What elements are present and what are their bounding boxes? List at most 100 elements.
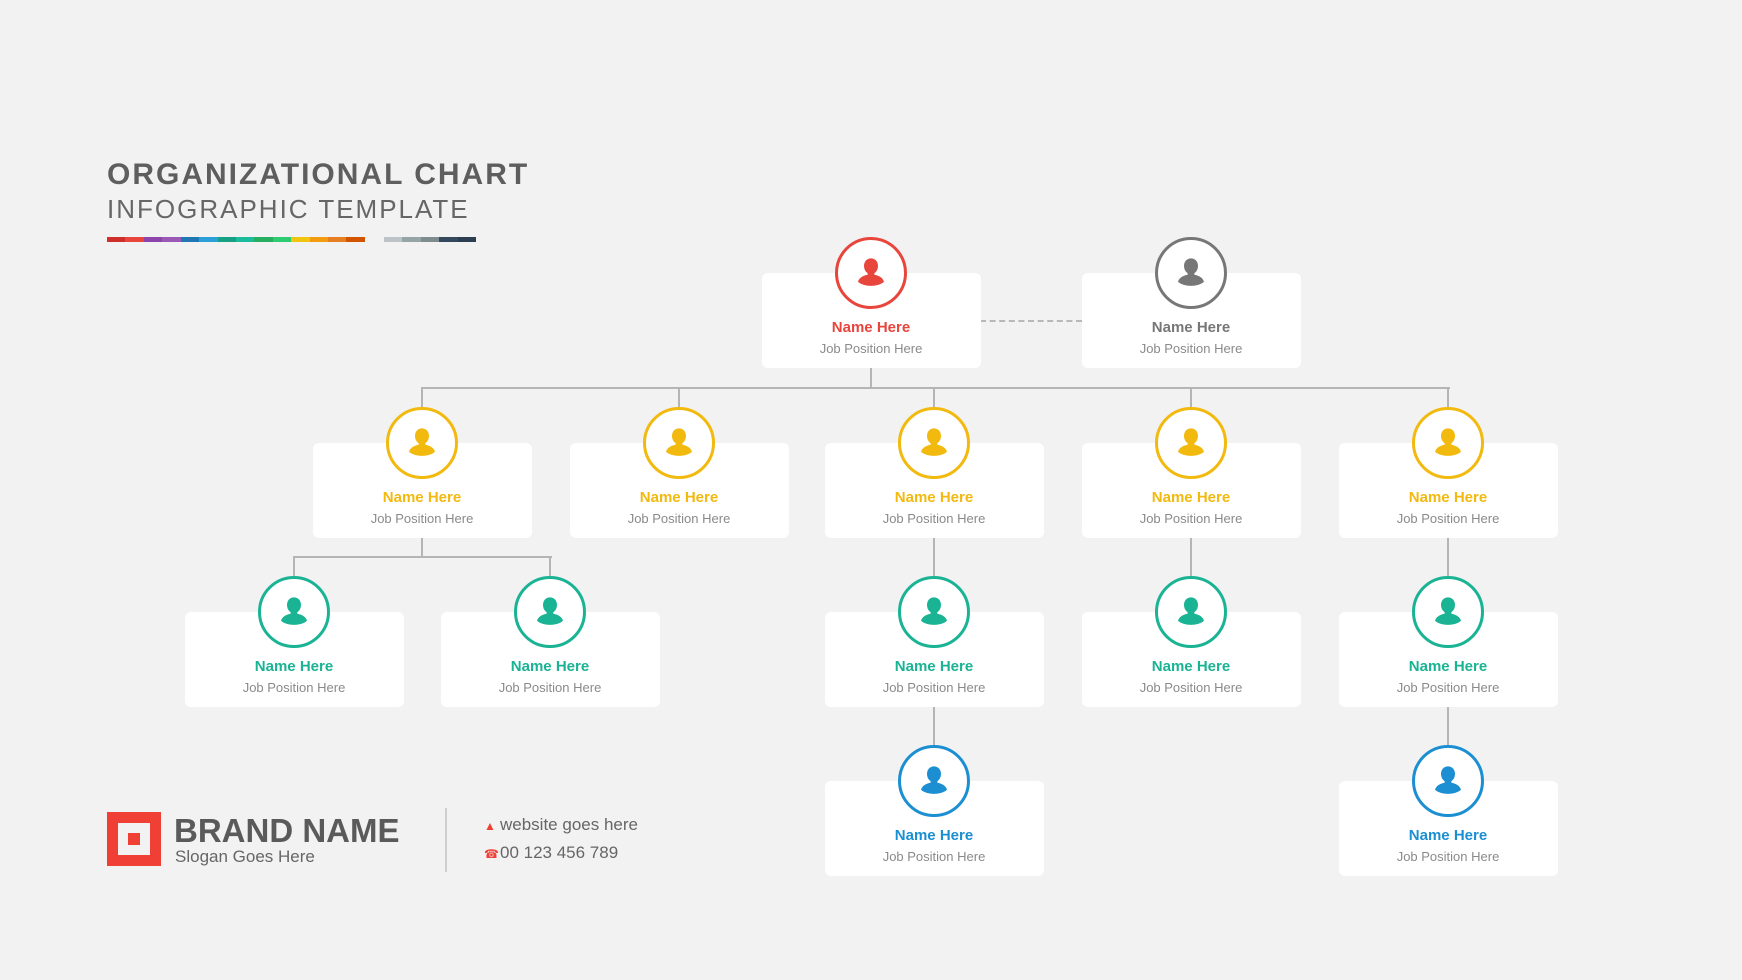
dotted-reporting-line [980, 320, 1082, 322]
node-name: Name Here [894, 489, 974, 506]
avatar [1155, 237, 1227, 309]
color-swatch [199, 237, 218, 242]
connector-line [1190, 387, 1192, 407]
chart-title: ORGANIZATIONAL CHART [107, 158, 530, 191]
phone-contact[interactable]: ☎00 123 456 789 [484, 843, 618, 863]
cursor-icon: ▲ [484, 819, 496, 833]
footer-divider [445, 808, 447, 872]
person-icon [1178, 428, 1204, 456]
node-position: Job Position Here [1396, 511, 1500, 526]
avatar [898, 576, 970, 648]
color-swatch [235, 237, 255, 242]
node-position: Job Position Here [498, 680, 602, 695]
connector-line [1447, 387, 1449, 407]
node-position: Job Position Here [370, 511, 474, 526]
person-icon [409, 428, 435, 456]
color-swatch [457, 237, 477, 242]
node-name: Name Here [1151, 658, 1231, 675]
color-swatch [346, 237, 365, 242]
person-icon [1178, 597, 1204, 625]
node-name: Name Here [639, 489, 719, 506]
brand-name: BRAND NAME [174, 812, 400, 849]
node-position: Job Position Here [1139, 341, 1243, 356]
person-icon [1435, 597, 1461, 625]
connector-line [549, 556, 551, 576]
avatar [1155, 407, 1227, 479]
avatar [1412, 745, 1484, 817]
color-swatch [291, 237, 310, 242]
person-icon [1435, 766, 1461, 794]
node-name: Name Here [831, 319, 911, 336]
node-position: Job Position Here [819, 341, 923, 356]
node-name: Name Here [894, 827, 974, 844]
connector-line [293, 556, 552, 558]
connector-line [933, 538, 935, 576]
chart-subtitle: INFOGRAPHIC TEMPLATE [107, 194, 470, 224]
color-swatch [420, 237, 440, 242]
color-swatch [254, 237, 273, 242]
connector-line [870, 368, 872, 388]
avatar [514, 576, 586, 648]
connector-line [1447, 538, 1449, 576]
node-position: Job Position Here [1396, 680, 1500, 695]
color-swatch [125, 237, 144, 242]
avatar [258, 576, 330, 648]
node-name: Name Here [1408, 827, 1488, 844]
connector-line [933, 387, 935, 407]
avatar [898, 407, 970, 479]
color-swatch [162, 237, 181, 242]
connector-line [1447, 707, 1449, 745]
person-icon [921, 428, 947, 456]
color-bar-secondary [384, 237, 477, 242]
connector-line [421, 387, 1450, 389]
node-name: Name Here [1151, 489, 1231, 506]
connector-line [678, 387, 680, 407]
person-icon [921, 597, 947, 625]
color-swatch [402, 237, 421, 242]
person-icon [921, 766, 947, 794]
connector-line [933, 707, 935, 745]
person-icon [1435, 428, 1461, 456]
avatar [643, 407, 715, 479]
brand-logo [107, 812, 161, 866]
node-position: Job Position Here [882, 849, 986, 864]
color-swatch [107, 237, 126, 242]
color-swatch [439, 237, 458, 242]
node-position: Job Position Here [1396, 849, 1500, 864]
node-name: Name Here [1408, 658, 1488, 675]
color-swatch [272, 237, 292, 242]
person-icon [1178, 258, 1204, 286]
avatar [1155, 576, 1227, 648]
avatar [835, 237, 907, 309]
node-position: Job Position Here [882, 680, 986, 695]
phone-icon: ☎ [484, 847, 499, 861]
connector-line [1190, 538, 1192, 576]
color-swatch [384, 237, 403, 242]
node-name: Name Here [894, 658, 974, 675]
color-swatch [143, 237, 163, 242]
color-swatch [217, 237, 236, 242]
node-name: Name Here [1408, 489, 1488, 506]
color-swatch [309, 237, 329, 242]
node-name: Name Here [382, 489, 462, 506]
avatar [1412, 576, 1484, 648]
connector-line [421, 387, 423, 407]
connector-line [421, 538, 423, 557]
node-position: Job Position Here [1139, 511, 1243, 526]
person-icon [858, 258, 884, 286]
color-bar-main [107, 237, 365, 242]
website-text: website goes here [500, 815, 638, 834]
node-name: Name Here [254, 658, 334, 675]
brand-slogan: Slogan Goes Here [175, 847, 315, 866]
node-name: Name Here [1151, 319, 1231, 336]
website-contact[interactable]: ▲ website goes here [484, 815, 638, 835]
node-position: Job Position Here [882, 511, 986, 526]
avatar [1412, 407, 1484, 479]
connector-line [293, 556, 295, 576]
avatar [898, 745, 970, 817]
phone-text: 00 123 456 789 [500, 843, 619, 862]
person-icon [281, 597, 307, 625]
color-swatch [180, 237, 200, 242]
node-name: Name Here [510, 658, 590, 675]
person-icon [537, 597, 563, 625]
